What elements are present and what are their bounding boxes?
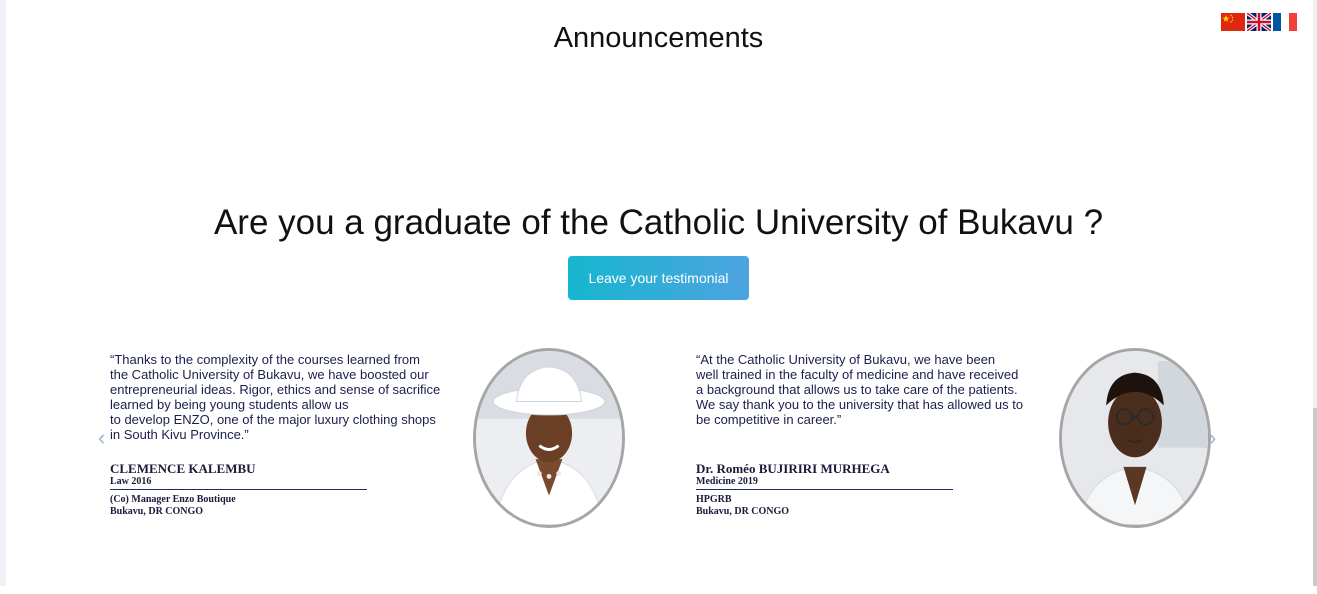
- testimonial-location: Bukavu, DR CONGO: [110, 506, 204, 517]
- cut-off-heading-fragment: [965, 578, 969, 594]
- leave-testimonial-button[interactable]: Leave your testimonial: [568, 256, 749, 300]
- announcements-heading: Announcements: [553, 22, 764, 54]
- divider: [110, 489, 367, 490]
- testimonial-card: “Thanks to the complexity of the courses…: [110, 345, 670, 535]
- testimonial-quote: “Thanks to the complexity of the courses…: [110, 352, 441, 442]
- divider: [696, 489, 953, 490]
- testimonial-location: Bukavu, DR CONGO: [696, 506, 790, 517]
- graduate-question-heading: Are you a graduate of the Catholic Unive…: [213, 203, 1104, 242]
- testimonial-position: HPGRB: [696, 494, 732, 505]
- carousel-prev-icon[interactable]: ‹: [98, 425, 105, 451]
- testimonial-degree: Medicine 2019: [696, 476, 758, 487]
- testimonial-quote: “At the Catholic University of Bukavu, w…: [696, 352, 1024, 427]
- portrait-doctor-icon: [1062, 351, 1208, 525]
- testimonial-photo: [1059, 348, 1211, 528]
- testimonial-position: (Co) Manager Enzo Boutique: [110, 494, 236, 505]
- testimonial-degree: Law 2016: [110, 476, 152, 487]
- testimonial-name: CLEMENCE KALEMBU: [110, 461, 256, 476]
- testimonial-card: “At the Catholic University of Bukavu, w…: [696, 345, 1256, 535]
- testimonial-name: Dr. Roméo BUJIRIRI MURHEGA: [696, 461, 890, 476]
- page-left-edge: [0, 0, 6, 586]
- scrollbar-thumb[interactable]: [1313, 408, 1317, 586]
- testimonial-photo: [473, 348, 625, 528]
- portrait-woman-hat-icon: [476, 351, 622, 525]
